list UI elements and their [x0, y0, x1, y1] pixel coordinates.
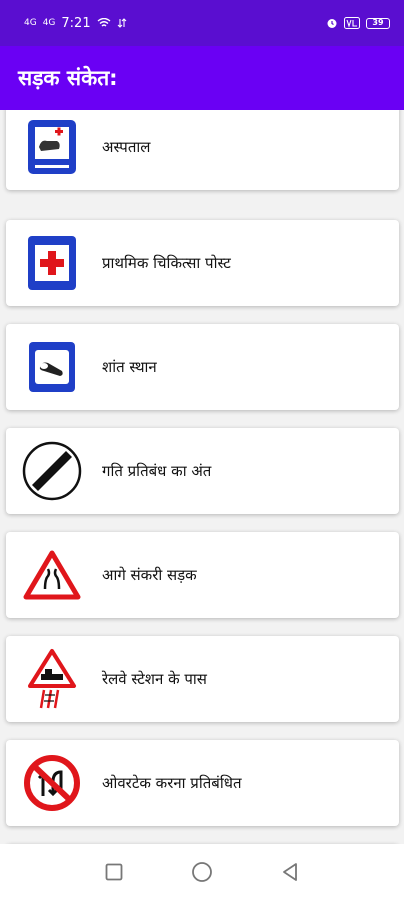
list-item-hospital[interactable]: अस्पताल	[6, 110, 399, 190]
alarm-icon	[327, 19, 337, 28]
list-item-label: रेलवे स्टेशन के पास	[102, 670, 207, 688]
square-icon	[105, 863, 123, 881]
battery-icon: 39	[366, 17, 390, 29]
list-item-narrow-road[interactable]: आगे संकरी सड़क	[6, 532, 399, 618]
end-speed-limit-sign-icon	[20, 439, 84, 503]
volte-icon	[344, 17, 360, 29]
status-bar: 4G 4G 7:21 39	[0, 0, 404, 46]
narrow-road-sign-icon	[20, 543, 84, 607]
wifi-icon	[97, 18, 111, 27]
data-speed-icon	[117, 18, 126, 28]
signal-2-icon: 4G	[42, 17, 56, 28]
list-item-label: प्राथमिक चिकित्सा पोस्ट	[102, 254, 231, 272]
app-bar: सड़क संकेत:	[0, 46, 404, 110]
home-button[interactable]	[188, 858, 216, 886]
circle-icon	[192, 862, 212, 882]
list-item-label: आगे संकरी सड़क	[102, 566, 197, 584]
list-item-first-aid[interactable]: प्राथमिक चिकित्सा पोस्ट	[6, 220, 399, 306]
signal-1-icon: 4G	[24, 17, 37, 28]
list-item-label: शांत स्थान	[102, 358, 157, 376]
quiet-zone-sign-icon	[20, 335, 84, 399]
sign-list[interactable]: अस्पताल प्राथमिक चिकित्सा पोस्ट शांत स्थ…	[0, 110, 404, 844]
railway-station-sign-icon	[20, 647, 84, 711]
back-button[interactable]	[276, 858, 304, 886]
recent-apps-button[interactable]	[100, 858, 128, 886]
triangle-back-icon	[283, 863, 297, 881]
list-item-quiet-zone[interactable]: शांत स्थान	[6, 324, 399, 410]
list-item-no-overtaking[interactable]: ओवरटेक करना प्रतिबंधित	[6, 740, 399, 826]
first-aid-sign-icon	[20, 231, 84, 295]
hospital-sign-icon	[20, 115, 84, 179]
list-item-label: गति प्रतिबंध का अंत	[102, 462, 212, 480]
list-item-label: अस्पताल	[102, 138, 151, 156]
status-time: 7:21	[61, 15, 91, 31]
list-item-label: ओवरटेक करना प्रतिबंधित	[102, 774, 242, 792]
system-nav-bar	[0, 844, 404, 900]
page-title: सड़क संकेत:	[18, 66, 118, 90]
list-item-railway-station[interactable]: रेलवे स्टेशन के पास	[6, 636, 399, 722]
no-overtaking-sign-icon	[20, 751, 84, 815]
list-item-end-speed-limit[interactable]: गति प्रतिबंध का अंत	[6, 428, 399, 514]
